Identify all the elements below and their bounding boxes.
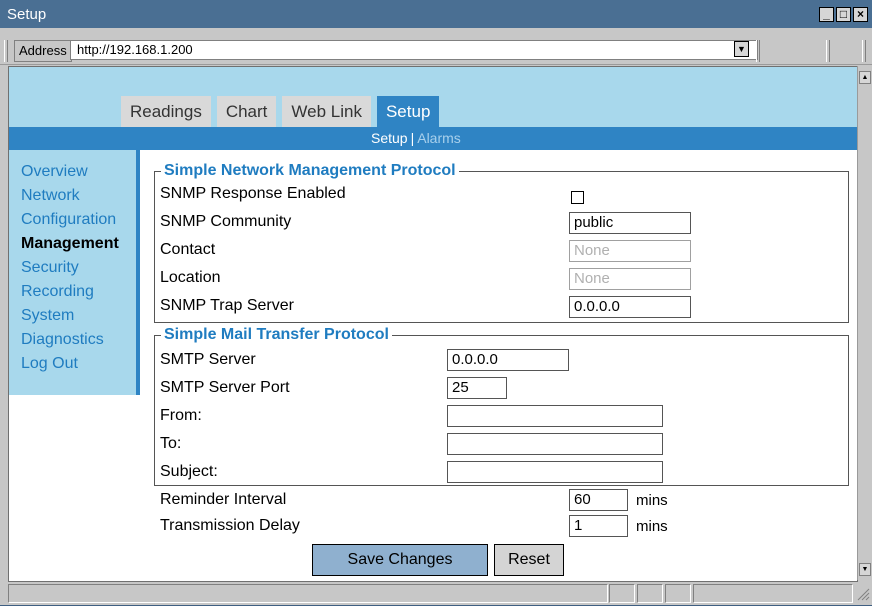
from-input[interactable] bbox=[447, 405, 663, 427]
tab-web-link[interactable]: Web Link bbox=[282, 96, 371, 127]
resize-grip-icon[interactable] bbox=[856, 587, 870, 601]
contact-input[interactable]: None bbox=[569, 240, 691, 262]
minimize-button[interactable]: _ bbox=[819, 7, 834, 22]
address-bar: Address http://192.168.1.200 ▼ bbox=[0, 36, 872, 65]
scroll-up-button[interactable]: ▲ bbox=[859, 71, 871, 84]
location-label: Location bbox=[160, 269, 221, 286]
reminder-interval-input[interactable]: 60 bbox=[569, 489, 628, 511]
status-pane bbox=[609, 584, 635, 603]
chevron-down-icon: ▼ bbox=[861, 566, 869, 573]
trap-server-label: SNMP Trap Server bbox=[160, 297, 294, 314]
window-controls: _ □ × bbox=[819, 7, 868, 22]
page-content: Readings Chart Web Link Setup Setup | Alar… bbox=[8, 66, 858, 582]
maximize-button[interactable]: □ bbox=[836, 7, 851, 22]
sidebar-item-security[interactable]: Security bbox=[21, 256, 136, 280]
status-pane bbox=[693, 584, 853, 603]
reminder-interval-label: Reminder Interval bbox=[160, 491, 287, 508]
main-tabs: Readings Chart Web Link Setup bbox=[121, 96, 440, 127]
scroll-down-button[interactable]: ▼ bbox=[859, 563, 871, 576]
smtp-server-label: SMTP Server bbox=[160, 351, 256, 368]
smtp-server-input[interactable]: 0.0.0.0 bbox=[447, 349, 569, 371]
sidebar-item-diagnostics[interactable]: Diagnostics bbox=[21, 328, 136, 352]
sidebar-item-recording[interactable]: Recording bbox=[21, 280, 136, 304]
snmp-response-checkbox[interactable] bbox=[571, 191, 584, 204]
snmp-legend: Simple Network Management Protocol bbox=[164, 162, 456, 179]
status-pane bbox=[8, 584, 608, 603]
smtp-port-input[interactable]: 25 bbox=[447, 377, 507, 399]
location-input[interactable]: None bbox=[569, 268, 691, 290]
from-label: From: bbox=[160, 407, 202, 424]
snmp-response-label: SNMP Response Enabled bbox=[160, 185, 346, 202]
header-band: Readings Chart Web Link Setup bbox=[9, 67, 857, 127]
address-input[interactable]: http://192.168.1.200 bbox=[70, 40, 758, 60]
subnav-setup-link[interactable]: Setup bbox=[371, 130, 408, 146]
subnav-alarms-link[interactable]: Alarms bbox=[417, 130, 461, 146]
to-label: To: bbox=[160, 435, 182, 452]
toolbar-grip bbox=[826, 40, 830, 62]
browser-window: Setup _ □ × Address http://192.168.1.200… bbox=[0, 0, 872, 605]
subject-input[interactable] bbox=[447, 461, 663, 483]
to-input[interactable] bbox=[447, 433, 663, 455]
transmission-delay-label: Transmission Delay bbox=[160, 517, 300, 534]
toolbar-grip bbox=[756, 40, 760, 62]
sidebar-item-management[interactable]: Management bbox=[21, 232, 136, 256]
transmission-unit: mins bbox=[636, 518, 668, 535]
reset-button[interactable]: Reset bbox=[494, 544, 564, 576]
sidebar-item-system[interactable]: System bbox=[21, 304, 136, 328]
tab-setup[interactable]: Setup bbox=[376, 96, 440, 127]
contact-label: Contact bbox=[160, 241, 216, 258]
chevron-down-icon: ▼ bbox=[737, 44, 746, 54]
sidebar-item-log-out[interactable]: Log Out bbox=[21, 352, 136, 376]
sidebar-item-network[interactable]: Network bbox=[21, 184, 136, 208]
tab-readings[interactable]: Readings bbox=[121, 96, 211, 127]
title-bar: Setup _ □ × bbox=[0, 0, 872, 28]
reminder-unit: mins bbox=[636, 492, 668, 509]
address-dropdown-button[interactable]: ▼ bbox=[734, 41, 749, 57]
vertical-scrollbar[interactable]: ▲ ▼ bbox=[857, 66, 872, 580]
smtp-port-label: SMTP Server Port bbox=[160, 379, 290, 396]
snmp-community-input[interactable]: public bbox=[569, 212, 691, 234]
subnav-separator: | bbox=[410, 130, 415, 146]
snmp-community-label: SNMP Community bbox=[160, 213, 292, 230]
close-button[interactable]: × bbox=[853, 7, 868, 22]
chevron-up-icon: ▲ bbox=[861, 74, 869, 81]
sidebar-item-configuration[interactable]: Configuration bbox=[21, 208, 136, 232]
toolbar-grip bbox=[4, 40, 8, 62]
address-label: Address bbox=[14, 40, 72, 62]
sidebar-item-overview[interactable]: Overview bbox=[21, 160, 136, 184]
status-pane bbox=[637, 584, 663, 603]
trap-server-input[interactable]: 0.0.0.0 bbox=[569, 296, 691, 318]
save-changes-button[interactable]: Save Changes bbox=[312, 544, 488, 576]
status-pane bbox=[665, 584, 691, 603]
window-title: Setup bbox=[7, 6, 47, 23]
sidebar-menu: Overview Network Configuration Managemen… bbox=[9, 150, 140, 395]
sub-navigation: Setup | Alarms bbox=[9, 127, 857, 150]
smtp-legend: Simple Mail Transfer Protocol bbox=[164, 326, 389, 343]
subject-label: Subject: bbox=[160, 463, 218, 480]
status-bar bbox=[0, 582, 872, 605]
toolbar-grip bbox=[862, 40, 866, 62]
transmission-delay-input[interactable]: 1 bbox=[569, 515, 628, 537]
tab-chart[interactable]: Chart bbox=[216, 96, 277, 127]
